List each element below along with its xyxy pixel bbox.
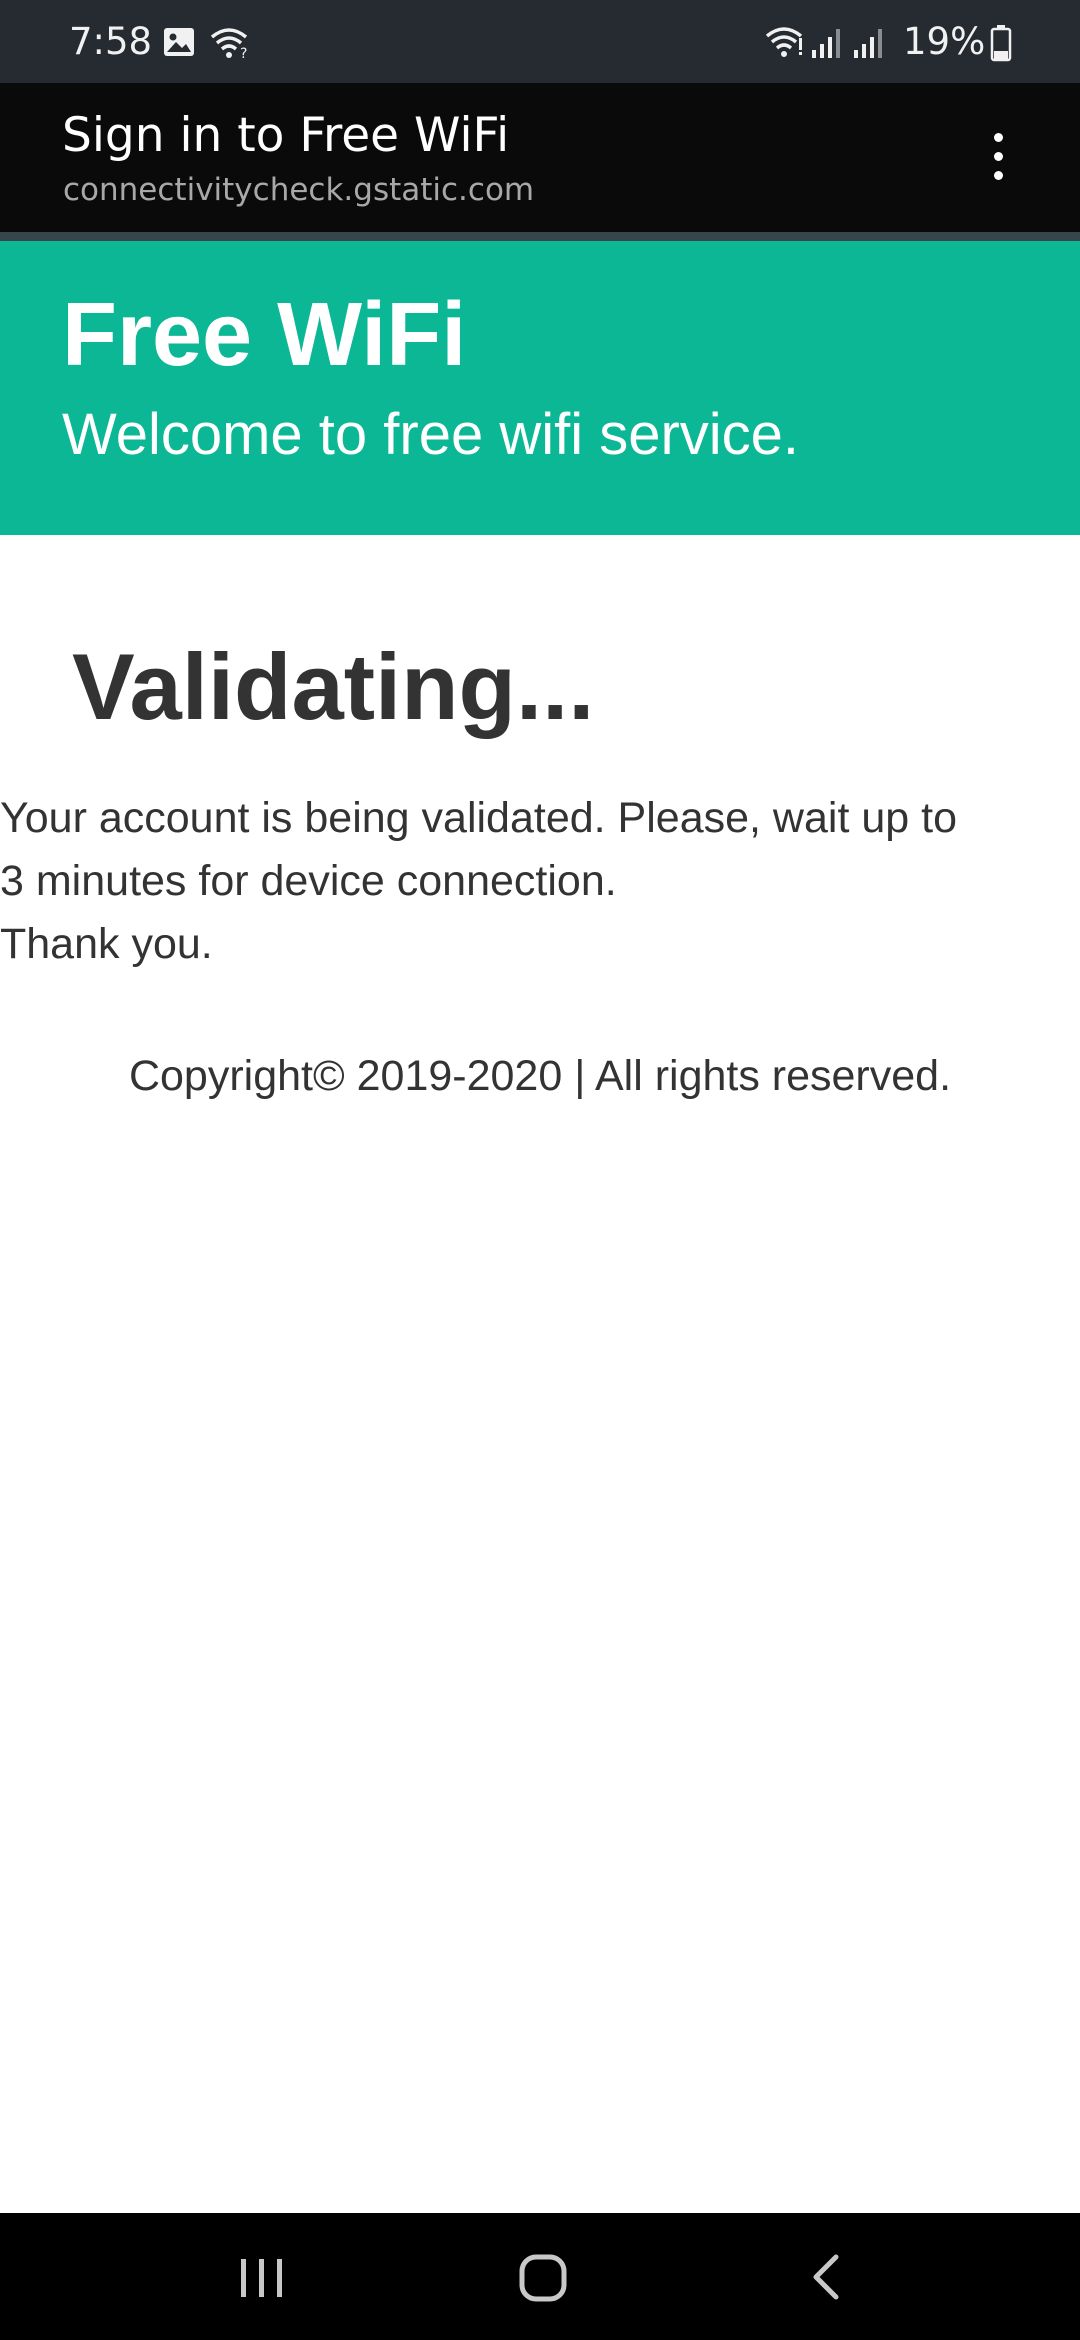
validating-heading: Validating...	[72, 634, 595, 739]
message-line: Your account is being validated. Please,…	[0, 794, 957, 842]
back-icon[interactable]	[744, 2213, 904, 2340]
status-bar: 7:58 ? 19%	[0, 0, 1080, 83]
svg-text:?: ?	[240, 46, 247, 59]
message-line: Thank you.	[0, 920, 213, 968]
validation-message: Your account is being validated. Please,…	[0, 787, 1080, 976]
title-divider	[0, 232, 1080, 241]
home-icon[interactable]	[463, 2213, 623, 2340]
battery-percent: 19%	[903, 20, 986, 63]
recent-apps-icon[interactable]	[182, 2213, 342, 2340]
banner: Free WiFi Welcome to free wifi service.	[0, 241, 1080, 535]
banner-title: Free WiFi	[62, 285, 467, 385]
wifi-question-icon: ?	[210, 28, 247, 59]
banner-subtitle: Welcome to free wifi service.	[62, 402, 800, 467]
signal-icon-1	[812, 29, 840, 58]
message-line: 3 minutes for device connection.	[0, 857, 617, 905]
copyright-text: Copyright© 2019-2020 | All rights reserv…	[128, 1052, 952, 1100]
signal-icon-2	[854, 29, 882, 58]
page-url: connectivitycheck.gstatic.com	[63, 172, 535, 208]
wifi-icon	[765, 27, 803, 57]
more-vertical-icon[interactable]	[970, 123, 1026, 193]
page-title: Sign in to Free WiFi	[62, 108, 510, 163]
status-time: 7:58	[69, 20, 153, 63]
battery-icon	[990, 25, 1012, 62]
title-bar: Sign in to Free WiFi connectivitycheck.g…	[0, 83, 1080, 232]
gallery-icon	[164, 28, 194, 56]
navigation-bar	[0, 2213, 1080, 2340]
